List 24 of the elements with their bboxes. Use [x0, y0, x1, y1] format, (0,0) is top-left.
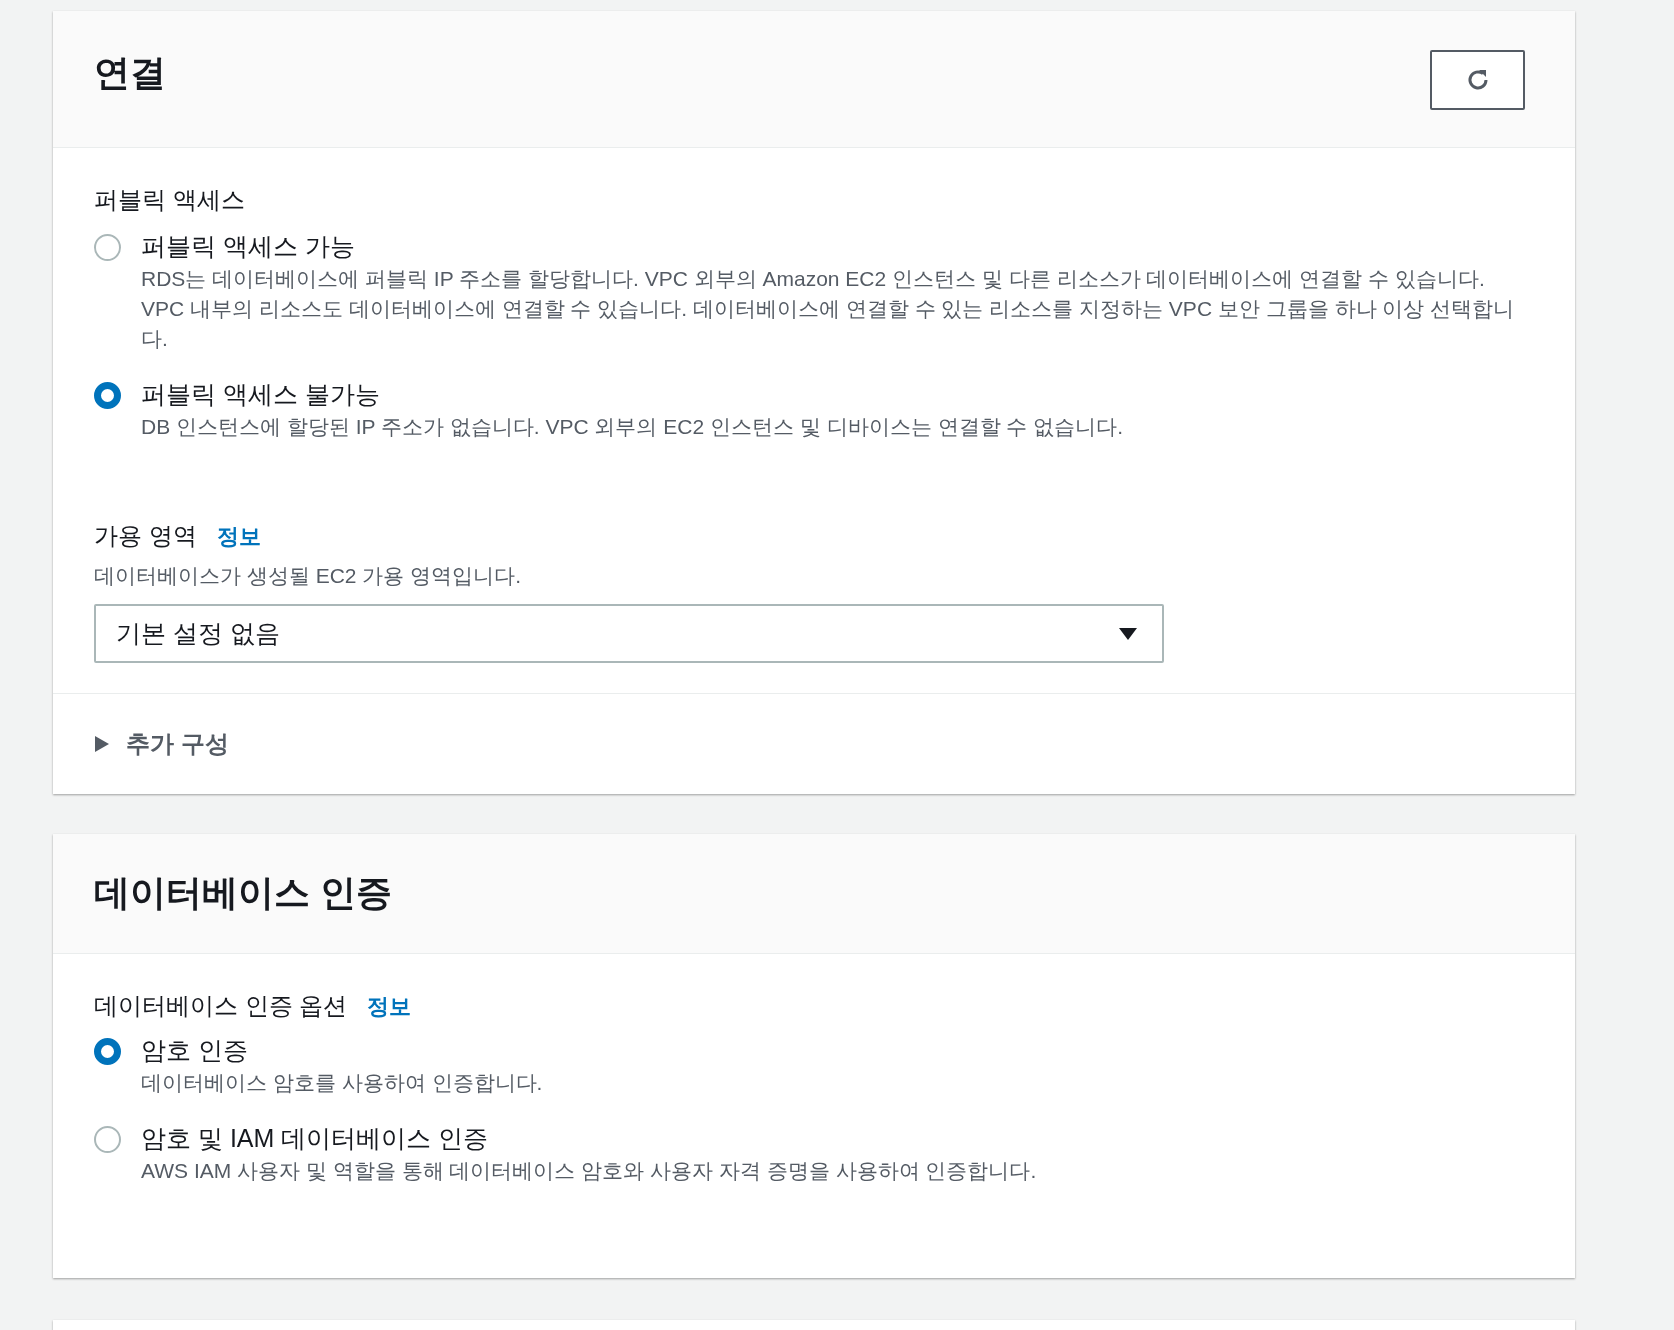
additional-config-toggle[interactable]: 추가 구성	[94, 728, 229, 760]
option-description: AWS IAM 사용자 및 역할을 통해 데이터베이스 암호와 사용자 자격 증명을 사용하여 인증합니다.	[141, 1158, 1037, 1184]
refresh-button[interactable]	[1430, 50, 1525, 110]
option-description: 데이터베이스 암호를 사용하여 인증합니다.	[141, 1070, 543, 1096]
field-label: 가용 영역	[94, 521, 197, 551]
option-label: 퍼블릭 액세스 가능	[141, 231, 356, 262]
availability-zone-dropdown[interactable]: 기본 설정 없음	[94, 604, 1164, 663]
field-label: 퍼블릭 액세스	[94, 185, 246, 215]
option-label: 암호 인증	[141, 1035, 249, 1066]
radio-button[interactable]	[94, 382, 121, 409]
radio-button[interactable]	[94, 1038, 121, 1065]
option-description: RDS는 데이터베이스에 퍼블릭 IP 주소를 할당합니다. VPC 외부의 Amazon EC2 인스턴스 및 다른 리소스가 데이터베이스에 연결할 수 있습니다. VPC 내부의 리소스도 데이터베이스에 연결할 수 있습니다. 데이터베이스에 연결할 수 있는 리소스를 지정하는 VPC 보안 그룹을 하나 이상 선택합니다.	[141, 266, 1516, 352]
field-label: 데이터베이스 인증 옵션	[94, 991, 348, 1021]
option-description: DB 인스턴스에 할당된 IP 주소가 없습니다. VPC 외부의 EC2 인스턴스 및 디바이스는 연결할 수 없습니다.	[141, 414, 1124, 440]
info-link[interactable]: 정보	[367, 992, 412, 1022]
info-link[interactable]: 정보	[216, 522, 261, 552]
option-label: 퍼블릭 액세스 불가능	[141, 379, 381, 410]
field-description: 데이터베이스가 생성될 EC2 가용 영역입니다.	[94, 563, 523, 589]
section-title: 데이터베이스 인증	[94, 871, 392, 915]
option-label: 암호 및 IAM 데이터베이스 인증	[141, 1123, 490, 1154]
radio-button[interactable]	[94, 234, 121, 261]
radio-button[interactable]	[94, 1126, 121, 1153]
caret-icon	[1118, 626, 1138, 641]
section-title: 연결	[94, 51, 166, 95]
